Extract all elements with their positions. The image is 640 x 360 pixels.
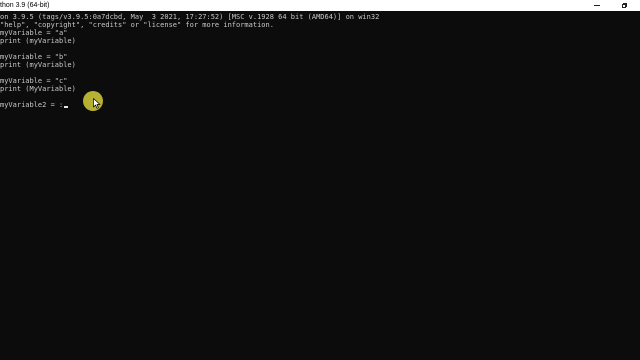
mouse-pointer-icon (93, 98, 101, 109)
console-line-assign-a: myVariable = "a" (0, 29, 68, 37)
console-input-text: myVariable2 = : (0, 101, 64, 109)
console-line-print-1: print (myVariable) (0, 37, 76, 45)
minimize-button[interactable] (583, 0, 611, 11)
window-title: thon 3.9 (64-bit) (0, 2, 50, 9)
console-line-print-3: print (MyVariable) (0, 85, 76, 93)
restore-icon (622, 3, 628, 8)
console-line-version: on 3.9.5 (tags/v3.9.5:0a7dcbd, May 3 202… (0, 13, 380, 21)
console-line-help: "help", "copyright", "credits" or "licen… (0, 21, 274, 29)
console-line-assign-c: myVariable = "c" (0, 77, 68, 85)
console-input-line[interactable]: myVariable2 = : (0, 101, 69, 109)
minimize-icon (594, 5, 600, 6)
console-window: thon 3.9 (64-bit) on 3.9.5 (tags/v3.9.5:… (0, 0, 640, 360)
console-line-assign-b: myVariable = "b" (0, 53, 68, 61)
title-bar[interactable]: thon 3.9 (64-bit) (0, 0, 640, 11)
restore-button[interactable] (611, 0, 639, 11)
text-cursor (64, 106, 69, 108)
console-line-print-2: print (myVariable) (0, 61, 76, 69)
console-output[interactable]: on 3.9.5 (tags/v3.9.5:0a7dcbd, May 3 202… (0, 11, 640, 360)
